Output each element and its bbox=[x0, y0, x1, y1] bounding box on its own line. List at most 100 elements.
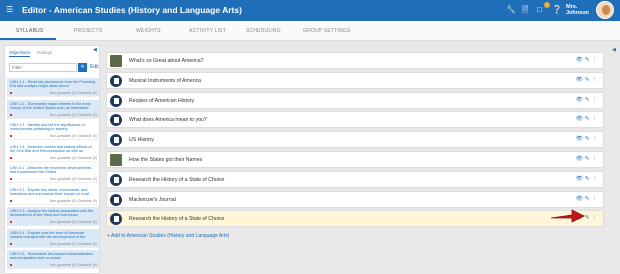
more-options-icon[interactable]: ⋮ bbox=[592, 97, 600, 103]
page-title: Editor - American Studies (History and L… bbox=[22, 5, 242, 15]
list-item[interactable]: USH.1.1 - Read key documents from the Fo… bbox=[7, 78, 99, 97]
item-title[interactable]: What's so Great about America? bbox=[129, 58, 204, 64]
user-name[interactable]: Mrs. Johnson bbox=[566, 4, 589, 16]
clear-filter-button[interactable]: ✕ bbox=[78, 63, 87, 72]
edit-standards-link[interactable]: Edit bbox=[90, 64, 99, 70]
more-options-icon[interactable]: ⋮ bbox=[592, 116, 600, 122]
more-options-icon[interactable]: ⋮ bbox=[592, 176, 600, 182]
pencil-icon[interactable]: ✎ bbox=[585, 196, 592, 202]
table-row[interactable]: What's so Great about America? 👁✎⋮ bbox=[106, 52, 604, 69]
item-title[interactable]: Recipes of American History bbox=[129, 98, 194, 104]
thumbnail-image bbox=[110, 154, 122, 166]
list-item[interactable]: USH.2.5 - Summarize the impact industria… bbox=[7, 250, 99, 269]
help-icon[interactable]: ❔ bbox=[552, 5, 562, 14]
item-actions: 👁✎⋮ bbox=[576, 176, 599, 182]
table-row[interactable]: Musical Instruments of America 👁✎⋮ bbox=[106, 71, 604, 89]
standard-counts: Non-gradable (0) Gradable (0) bbox=[49, 91, 97, 95]
pencil-icon[interactable]: ✎ bbox=[585, 156, 592, 162]
table-row[interactable]: How the States got their Names 👁✎⋮ bbox=[106, 151, 604, 168]
notification-badge: 1 bbox=[544, 2, 550, 8]
tab-scheduling[interactable]: SCHEDULING bbox=[246, 28, 281, 34]
item-title[interactable]: US History bbox=[129, 137, 154, 143]
standard-counts: Non-gradable (0) Gradable (0) bbox=[49, 134, 97, 138]
table-row[interactable]: Mackenzie's Journal 👁✎⋮ bbox=[106, 190, 604, 208]
eye-icon[interactable]: 👁 bbox=[576, 176, 585, 182]
notifications-icon[interactable]: □ bbox=[537, 5, 542, 14]
item-title[interactable]: What does America mean to you? bbox=[129, 117, 207, 123]
document-icon bbox=[110, 134, 122, 147]
status-marker bbox=[10, 221, 12, 223]
tab-projects[interactable]: PROJECTS bbox=[74, 28, 102, 34]
list-item[interactable]: USH.2.1 - Describe the economic developm… bbox=[7, 164, 99, 183]
standard-text: USH.1.3 - Identify and tell the signific… bbox=[10, 123, 85, 132]
standard-text: USH.2.5 - Summarize the impact industria… bbox=[10, 252, 93, 261]
more-options-icon[interactable]: ⋮ bbox=[592, 156, 600, 162]
item-title[interactable]: Research the History of a State of Choic… bbox=[129, 216, 224, 222]
standard-text: USH.1.4 - Describe causes and lasting ef… bbox=[10, 144, 92, 153]
table-row[interactable]: Recipes of American History 👁✎⋮ bbox=[106, 91, 604, 109]
more-options-icon[interactable]: ⋮ bbox=[592, 77, 600, 83]
sidebar-tab-ratings[interactable]: Ratings bbox=[37, 50, 52, 55]
list-item[interactable]: USH.2.3 - Analyze the factors associated… bbox=[7, 207, 99, 226]
pencil-icon[interactable]: ✎ bbox=[585, 176, 592, 182]
table-row[interactable]: Research the History of a State of Choic… bbox=[106, 170, 604, 188]
item-title[interactable]: Research the History of a State of Choic… bbox=[129, 177, 224, 183]
wrench-icon[interactable]: 🔧 bbox=[506, 5, 516, 14]
standard-text: USH.2.3 - Analyze the factors associated… bbox=[10, 209, 94, 218]
eye-icon[interactable]: 👁 bbox=[576, 116, 585, 122]
top-bar: ☰ Editor - American Studies (History and… bbox=[0, 0, 620, 21]
document-icon[interactable]: 🗎 bbox=[522, 5, 528, 14]
table-row[interactable]: US History 👁✎⋮ bbox=[106, 131, 604, 149]
pencil-icon[interactable]: ✎ bbox=[585, 136, 592, 142]
sidebar-tab-objectives[interactable]: Objectives bbox=[9, 50, 31, 57]
add-item-label: Add to American Studies (History and Lan… bbox=[111, 233, 230, 239]
tab-syllabus[interactable]: SYLLABUS bbox=[16, 28, 43, 34]
pencil-icon[interactable]: ✎ bbox=[585, 116, 592, 122]
collapse-right-panel-icon[interactable]: ◀ bbox=[612, 47, 616, 53]
list-item[interactable]: USH.2.2 - Explain key ideas, movements, … bbox=[7, 186, 99, 205]
user-last-name: Johnson bbox=[566, 10, 589, 16]
pencil-icon[interactable]: ✎ bbox=[585, 97, 592, 103]
list-item[interactable]: USH.1.4 - Describe causes and lasting ef… bbox=[7, 143, 99, 162]
tab-weights[interactable]: WEIGHTS bbox=[136, 28, 161, 34]
eye-icon[interactable]: 👁 bbox=[576, 77, 585, 83]
more-options-icon[interactable]: ⋮ bbox=[592, 215, 600, 221]
document-icon bbox=[110, 173, 122, 186]
document-icon bbox=[110, 213, 122, 226]
tab-bar: SYLLABUS PROJECTS WEIGHTS ACTIVITY LIST … bbox=[0, 21, 620, 41]
eye-icon[interactable]: 👁 bbox=[576, 156, 585, 162]
item-title[interactable]: Mackenzie's Journal bbox=[129, 197, 176, 203]
list-item[interactable]: USH.2.4 - Explain how the lives of Ameri… bbox=[7, 228, 99, 248]
table-row[interactable]: What does America mean to you? 👁✎⋮ bbox=[106, 111, 604, 129]
filter-input[interactable] bbox=[9, 63, 77, 72]
item-title[interactable]: How the States got their Names bbox=[129, 157, 202, 163]
more-options-icon[interactable]: ⋮ bbox=[592, 136, 600, 142]
list-item[interactable]: USH.1.2 - Summarize major themes in the … bbox=[7, 99, 99, 119]
pencil-icon[interactable]: ✎ bbox=[585, 57, 592, 63]
hamburger-menu-icon[interactable]: ☰ bbox=[6, 6, 13, 14]
more-options-icon[interactable]: ⋮ bbox=[592, 57, 600, 63]
item-actions: 👁✎⋮ bbox=[576, 57, 599, 63]
eye-icon[interactable]: 👁 bbox=[576, 57, 585, 63]
eye-icon[interactable]: 👁 bbox=[576, 97, 585, 103]
avatar[interactable] bbox=[596, 1, 614, 19]
tab-activity-list[interactable]: ACTIVITY LIST bbox=[189, 28, 226, 34]
list-item[interactable]: USH.1.3 - Identify and tell the signific… bbox=[7, 121, 99, 140]
item-actions: 👁✎⋮ bbox=[576, 97, 599, 103]
item-actions: 👁✎⋮ bbox=[576, 77, 599, 83]
item-actions: 👁✎⋮ bbox=[576, 116, 599, 122]
item-title[interactable]: Musical Instruments of America bbox=[129, 78, 201, 84]
status-marker bbox=[10, 178, 12, 180]
more-options-icon[interactable]: ⋮ bbox=[592, 196, 600, 202]
collapse-sidebar-icon[interactable]: ◀ bbox=[93, 47, 97, 53]
status-marker bbox=[10, 264, 12, 266]
table-row[interactable]: Research the History of a State of Choic… bbox=[106, 210, 604, 228]
add-item-link[interactable]: + Add to American Studies (History and L… bbox=[107, 233, 229, 239]
thumbnail-image bbox=[110, 55, 122, 67]
eye-icon[interactable]: 👁 bbox=[576, 196, 585, 202]
pencil-icon[interactable]: ✎ bbox=[585, 77, 592, 83]
eye-icon[interactable]: 👁 bbox=[576, 136, 585, 142]
item-actions: 👁✎⋮ bbox=[576, 196, 599, 202]
tab-group-settings[interactable]: GROUP SETTINGS bbox=[303, 28, 350, 34]
standard-text: USH.1.1 - Read key documents from the Fo… bbox=[10, 80, 96, 89]
